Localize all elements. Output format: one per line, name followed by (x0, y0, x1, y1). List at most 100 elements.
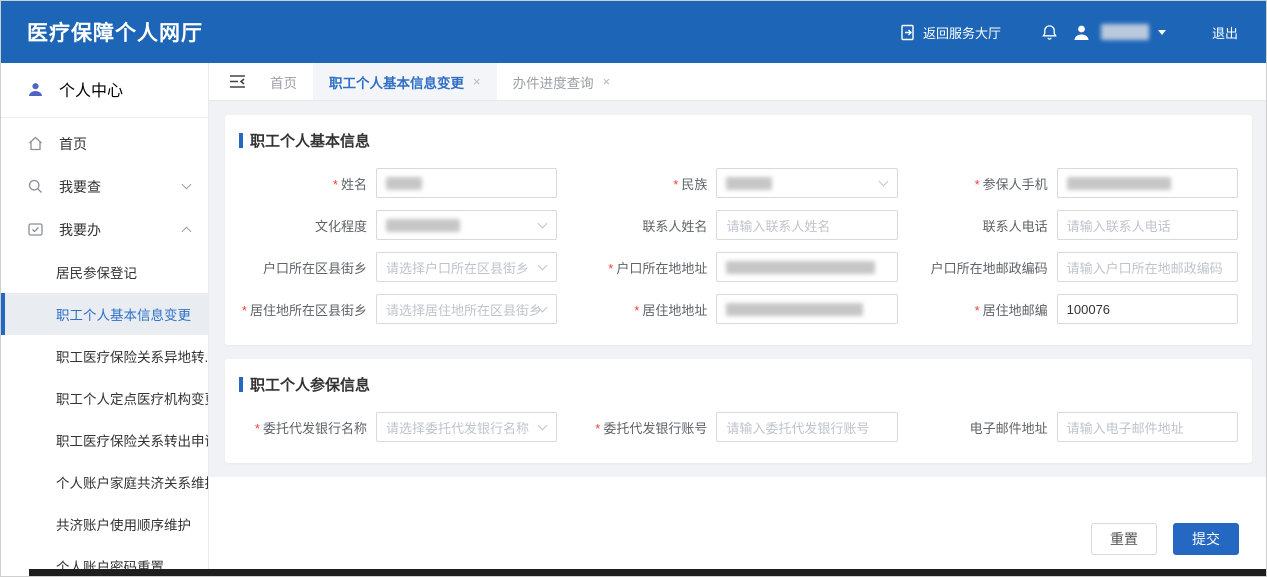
ethnicity-select[interactable] (716, 168, 897, 198)
user-name-redacted (1101, 24, 1149, 40)
tab-label: 办件进度查询 (513, 72, 594, 92)
person-icon (27, 81, 44, 98)
field-label: 参保人手机 (920, 174, 1048, 193)
tab-progress-query[interactable]: 办件进度查询 (497, 63, 627, 100)
redacted-value (726, 261, 874, 274)
residence-district-select[interactable]: 请选择居住地所在区县街乡 (376, 294, 557, 324)
app-header: 医疗保障个人网厅 返回服务大厅 退出 (1, 1, 1266, 63)
redacted-value (726, 303, 863, 316)
field-residence-postcode: 居住地邮编 100076 (920, 294, 1238, 324)
field-ethnicity: 民族 (579, 168, 897, 198)
field-residence-address: 居住地地址 (579, 294, 897, 324)
search-icon (27, 178, 44, 195)
education-select[interactable] (376, 210, 557, 240)
bank-name-select[interactable]: 请选择委托代发银行名称 (376, 412, 557, 442)
form-footer: 重置 提交 (209, 477, 1266, 577)
document-return-icon (899, 24, 916, 41)
sidebar-item-handle[interactable]: 我要办 (1, 208, 208, 251)
field-value: 100076 (1067, 302, 1110, 317)
field-insured-phone: 参保人手机 (920, 168, 1238, 198)
hukou-postcode-input[interactable]: 请输入户口所在地邮政编码 (1057, 252, 1238, 282)
tab-home[interactable]: 首页 (254, 63, 313, 100)
field-label: 委托代发银行账号 (579, 418, 707, 437)
user-avatar-icon (1072, 23, 1091, 42)
field-hukou-address: 户口所在地地址 (579, 252, 897, 282)
content-area: 职工个人基本信息 姓名 民族 (209, 101, 1266, 577)
window-bottom-edge (29, 569, 1266, 576)
section-title: 职工个人基本信息 (239, 130, 1238, 151)
tab-basic-info-change[interactable]: 职工个人基本信息变更 (313, 63, 497, 100)
header-actions: 返回服务大厅 退出 (899, 23, 1238, 42)
sidebar-subitem-label: 职工个人定点医疗机构变更 (56, 388, 208, 408)
field-education: 文化程度 (239, 210, 557, 240)
field-label: 电子邮件地址 (920, 418, 1048, 437)
email-input[interactable]: 请输入电子邮件地址 (1057, 412, 1238, 442)
sidebar-subitem-designated-hospital-change[interactable]: 职工个人定点医疗机构变更 (1, 377, 208, 419)
field-label: 居住地所在区县街乡 (239, 300, 367, 319)
chevron-down-icon (878, 177, 888, 187)
tab-label: 职工个人基本信息变更 (329, 72, 464, 92)
chevron-down-icon (538, 219, 548, 229)
field-contact-name: 联系人姓名 请输入联系人姓名 (579, 210, 897, 240)
placeholder-text: 请输入电子邮件地址 (1067, 418, 1184, 437)
sidebar-subitem-basic-info-change[interactable]: 职工个人基本信息变更 (1, 293, 208, 335)
redacted-value (386, 177, 422, 190)
residence-address-input[interactable] (716, 294, 897, 324)
sidebar-item-label: 个人中心 (59, 77, 123, 101)
title-accent-bar (239, 377, 243, 392)
logout-button[interactable]: 退出 (1212, 23, 1238, 42)
divider (1, 117, 208, 118)
chevron-down-icon (538, 421, 548, 431)
close-icon[interactable] (473, 74, 481, 89)
bank-account-input[interactable]: 请输入委托代发银行账号 (716, 412, 897, 442)
sidebar-subitem-mutual-account-order[interactable]: 共济账户使用顺序维护 (1, 503, 208, 545)
reset-button[interactable]: 重置 (1091, 523, 1157, 555)
redacted-value (386, 219, 460, 232)
field-label: 联系人姓名 (579, 216, 707, 235)
hukou-address-input[interactable] (716, 252, 897, 282)
tasks-icon (27, 221, 44, 238)
home-icon (27, 135, 44, 152)
sidebar-subitem-relation-transfer-out[interactable]: 职工医疗保险关系转出申请 (1, 419, 208, 461)
sidebar-subitem-label: 共济账户使用顺序维护 (56, 514, 191, 534)
section-title: 职工个人参保信息 (239, 374, 1238, 395)
field-label: 居住地邮编 (920, 300, 1048, 319)
menu-fold-button[interactable] (221, 63, 254, 100)
field-bank-account: 委托代发银行账号 请输入委托代发银行账号 (579, 412, 897, 442)
basic-info-section: 职工个人基本信息 姓名 民族 (225, 115, 1252, 345)
field-label: 委托代发银行名称 (239, 418, 367, 437)
close-icon[interactable] (603, 74, 611, 89)
name-input[interactable] (376, 168, 557, 198)
insured-phone-input[interactable] (1057, 168, 1238, 198)
contact-phone-input[interactable]: 请输入联系人电话 (1057, 210, 1238, 240)
app-window: 医疗保障个人网厅 返回服务大厅 退出 (0, 0, 1267, 577)
field-bank-name: 委托代发银行名称 请选择委托代发银行名称 (239, 412, 557, 442)
placeholder-text: 请输入联系人电话 (1067, 216, 1171, 235)
return-hall-button[interactable]: 返回服务大厅 (899, 23, 1001, 42)
field-label: 联系人电话 (920, 216, 1048, 235)
user-menu[interactable] (1041, 23, 1166, 42)
placeholder-text: 请输入户口所在地邮政编码 (1067, 258, 1223, 277)
residence-postcode-input[interactable]: 100076 (1057, 294, 1238, 324)
redacted-value (1067, 177, 1171, 190)
sidebar-subitem-family-mutual-aid[interactable]: 个人账户家庭共济关系维护 (1, 461, 208, 503)
title-accent-bar (239, 133, 243, 148)
sidebar-subitem-relation-transfer-remote[interactable]: 职工医疗保险关系异地转... (1, 335, 208, 377)
contact-name-input[interactable]: 请输入联系人姓名 (716, 210, 897, 240)
submit-button[interactable]: 提交 (1173, 523, 1239, 555)
sidebar-item-query[interactable]: 我要查 (1, 165, 208, 208)
insurance-info-form: 委托代发银行名称 请选择委托代发银行名称 委托代发银行账号 请输入委托代发银行账… (239, 412, 1238, 442)
hukou-district-select[interactable]: 请选择户口所在区县街乡 (376, 252, 557, 282)
placeholder-text: 请选择户口所在区县街乡 (386, 258, 529, 277)
placeholder-text: 请输入委托代发银行账号 (726, 418, 869, 437)
sidebar-item-home[interactable]: 首页 (1, 122, 208, 165)
sidebar-item-label: 首页 (59, 134, 190, 154)
sidebar-subitem-resident-registration[interactable]: 居民参保登记 (1, 251, 208, 293)
field-label: 户口所在区县街乡 (239, 258, 367, 277)
sidebar-subitem-label: 职工个人基本信息变更 (56, 304, 191, 324)
field-label: 居住地地址 (579, 300, 707, 319)
tab-bar: 首页 职工个人基本信息变更 办件进度查询 (209, 63, 1266, 101)
sidebar-subitem-label: 居民参保登记 (56, 262, 137, 282)
sidebar-item-personal-center[interactable]: 个人中心 (1, 63, 208, 115)
field-label: 户口所在地邮政编码 (920, 258, 1048, 277)
